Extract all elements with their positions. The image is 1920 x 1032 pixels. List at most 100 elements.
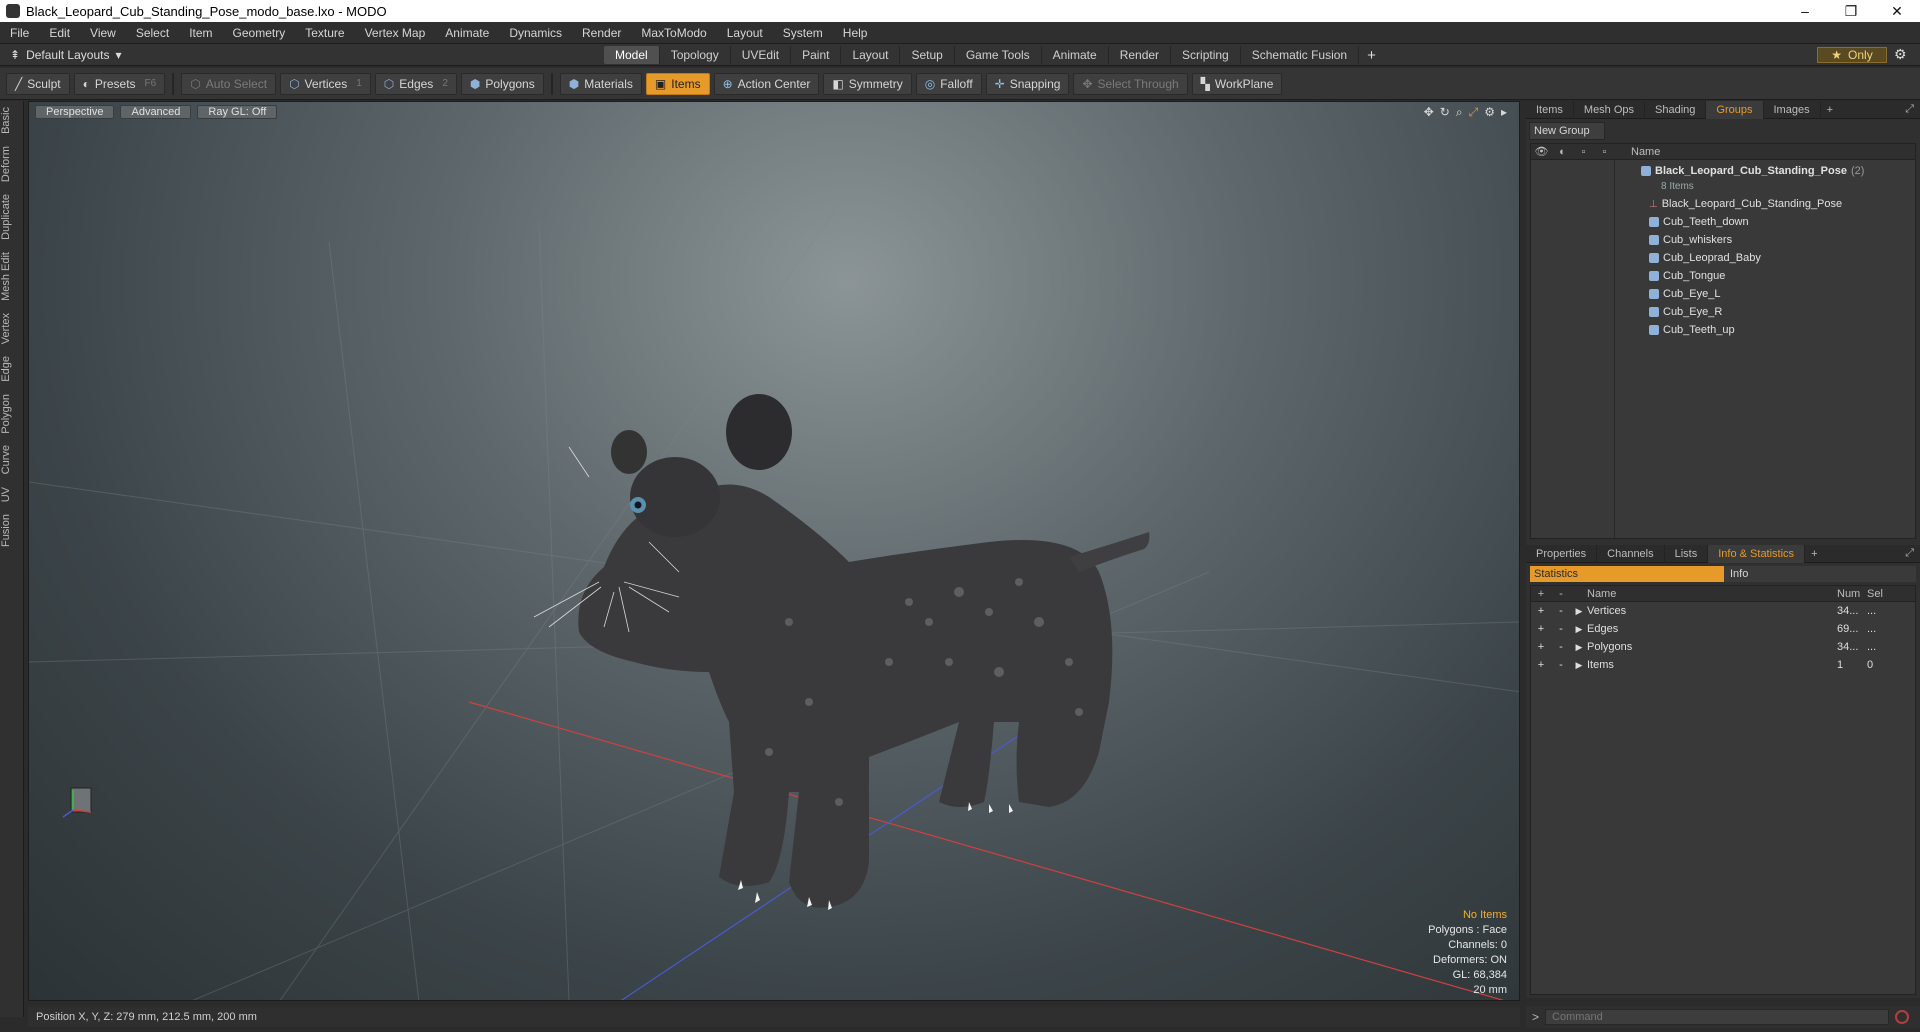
expand-all-header[interactable]: + xyxy=(1531,588,1551,600)
rotate-icon[interactable]: ↻ xyxy=(1440,105,1450,120)
expand-triangle-icon[interactable]: ▶ xyxy=(1571,660,1587,671)
menu-help[interactable]: Help xyxy=(833,26,878,40)
only-button[interactable]: ★ Only xyxy=(1817,47,1887,63)
vertices-button[interactable]: ⬡ Vertices 1 xyxy=(280,72,371,95)
expand-panel-icon[interactable]: ⤢ xyxy=(1905,103,1920,116)
expand-triangle-icon[interactable]: ▶ xyxy=(1571,624,1587,635)
3d-viewport[interactable]: Perspective Advanced Ray GL: Off ✥ ↻ ⌕ ⤢… xyxy=(28,101,1520,1001)
left-tab-vertex[interactable]: Vertex xyxy=(0,307,24,350)
leopard-cub-model[interactable] xyxy=(533,394,1150,910)
menu-system[interactable]: System xyxy=(773,26,833,40)
workplane-button[interactable]: ▚ WorkPlane xyxy=(1191,72,1283,95)
left-tab-basic[interactable]: Basic xyxy=(0,101,24,140)
zoom-icon[interactable]: ⌕ xyxy=(1456,105,1463,120)
left-tab-polygon[interactable]: Polygon xyxy=(0,388,24,440)
new-group-button[interactable]: New Group xyxy=(1529,122,1605,140)
layouts-dropdown[interactable]: ⇞ Default Layouts ▾ xyxy=(10,48,121,62)
action-center-button[interactable]: ⊕ Action Center xyxy=(713,72,820,95)
table-row[interactable]: + - ▶ Vertices 34... ... xyxy=(1531,602,1915,620)
left-tab-fusion[interactable]: Fusion xyxy=(0,508,24,553)
tab-images[interactable]: Images xyxy=(1764,100,1821,119)
menu-layout[interactable]: Layout xyxy=(717,26,773,40)
left-tab-duplicate[interactable]: Duplicate xyxy=(0,188,24,246)
settings-icon[interactable]: ⚙ xyxy=(1484,105,1495,120)
menu-geometry[interactable]: Geometry xyxy=(223,26,296,40)
left-tab-mesh-edit[interactable]: Mesh Edit xyxy=(0,246,24,307)
menu-select[interactable]: Select xyxy=(126,26,179,40)
auto-select-button[interactable]: ⬡ Auto Select xyxy=(181,72,277,95)
list-item[interactable]: Cub_Leoprad_Baby xyxy=(1531,249,1915,267)
tab-channels[interactable]: Channels xyxy=(1597,544,1665,563)
menu-view[interactable]: View xyxy=(80,26,126,40)
left-tab-uv[interactable]: UV xyxy=(0,481,24,508)
tab-shading[interactable]: Shading xyxy=(1645,100,1707,119)
menu-dynamics[interactable]: Dynamics xyxy=(499,26,572,40)
tab-schematic-fusion[interactable]: Schematic Fusion xyxy=(1241,46,1360,64)
row-plus-button[interactable]: + xyxy=(1531,641,1551,653)
menu-texture[interactable]: Texture xyxy=(295,26,354,40)
sculpt-button[interactable]: ╱ Sculpt xyxy=(6,72,70,95)
materials-button[interactable]: ⬢ Materials xyxy=(559,72,642,95)
tab-model[interactable]: Model xyxy=(604,46,660,64)
collapse-all-header[interactable]: - xyxy=(1551,588,1571,600)
tab-render[interactable]: Render xyxy=(1109,46,1172,64)
polygons-button[interactable]: ⬢ Polygons xyxy=(460,72,544,95)
perspective-button[interactable]: Perspective xyxy=(35,105,115,119)
row-minus-button[interactable]: - xyxy=(1551,605,1571,617)
list-item[interactable]: Cub_Teeth_up xyxy=(1531,321,1915,339)
minimize-button[interactable]: – xyxy=(1782,0,1828,22)
tab-paint[interactable]: Paint xyxy=(791,46,842,64)
menu-vertex-map[interactable]: Vertex Map xyxy=(355,26,436,40)
list-item[interactable]: Cub_Eye_R xyxy=(1531,303,1915,321)
falloff-button[interactable]: ◎ Falloff xyxy=(915,72,982,95)
list-item[interactable]: ⊥ Black_Leopard_Cub_Standing_Pose xyxy=(1531,195,1915,213)
command-input[interactable] xyxy=(1545,1009,1890,1025)
maximize-button[interactable]: ❐ xyxy=(1828,0,1874,22)
edges-button[interactable]: ⬡ Edges 2 xyxy=(374,72,457,95)
list-item[interactable]: Cub_whiskers xyxy=(1531,231,1915,249)
menu-edit[interactable]: Edit xyxy=(39,26,80,40)
statistics-tab[interactable]: Statistics xyxy=(1530,566,1724,582)
table-row[interactable]: + - ▶ Polygons 34... ... xyxy=(1531,638,1915,656)
expand-triangle-icon[interactable]: ▶ xyxy=(1571,642,1587,653)
info-tab[interactable]: Info xyxy=(1724,566,1916,582)
gear-icon[interactable]: ⚙ xyxy=(1894,46,1907,63)
play-icon[interactable]: ▸ xyxy=(1501,105,1507,120)
tab-topology[interactable]: Topology xyxy=(660,46,731,64)
list-item[interactable]: Cub_Eye_L xyxy=(1531,285,1915,303)
tab-mesh-ops[interactable]: Mesh Ops xyxy=(1574,100,1646,119)
row-plus-button[interactable]: + xyxy=(1531,623,1551,635)
items-button[interactable]: ▣ Items xyxy=(645,72,710,95)
menu-item[interactable]: Item xyxy=(179,26,222,40)
tab-info-statistics[interactable]: Info & Statistics xyxy=(1708,544,1806,563)
tab-properties[interactable]: Properties xyxy=(1526,544,1598,563)
pan-icon[interactable]: ✥ xyxy=(1424,105,1434,120)
row-minus-button[interactable]: - xyxy=(1551,623,1571,635)
record-icon[interactable] xyxy=(1895,1010,1910,1024)
row-plus-button[interactable]: + xyxy=(1531,605,1551,617)
table-row[interactable]: + - ▶ Items 1 0 xyxy=(1531,656,1915,674)
left-tab-deform[interactable]: Deform xyxy=(0,140,24,188)
add-props-tab-button[interactable]: + xyxy=(1805,548,1823,560)
tab-lists[interactable]: Lists xyxy=(1665,544,1709,563)
close-button[interactable]: ✕ xyxy=(1874,0,1920,22)
expand-triangle-icon[interactable]: ▶ xyxy=(1571,606,1587,617)
add-tab-button[interactable]: + xyxy=(1359,47,1384,64)
list-item[interactable]: Cub_Teeth_down xyxy=(1531,213,1915,231)
list-item[interactable]: Cub_Tongue xyxy=(1531,267,1915,285)
fit-icon[interactable]: ⤢ xyxy=(1469,105,1479,120)
menu-file[interactable]: File xyxy=(0,26,39,40)
tab-uvedit[interactable]: UVEdit xyxy=(731,46,792,64)
left-tab-edge[interactable]: Edge xyxy=(0,350,24,388)
row-minus-button[interactable]: - xyxy=(1551,659,1571,671)
tab-animate[interactable]: Animate xyxy=(1042,46,1109,64)
advanced-button[interactable]: Advanced xyxy=(120,105,192,119)
menu-render[interactable]: Render xyxy=(572,26,631,40)
expand-props-icon[interactable]: ⤢ xyxy=(1905,547,1920,560)
tab-groups[interactable]: Groups xyxy=(1706,100,1764,119)
select-through-button[interactable]: ✥ Select Through xyxy=(1073,72,1188,95)
table-row[interactable]: + - ▶ Edges 69... ... xyxy=(1531,620,1915,638)
tab-setup[interactable]: Setup xyxy=(900,46,955,64)
menu-maxtomodo[interactable]: MaxToModo xyxy=(631,26,716,40)
row-plus-button[interactable]: + xyxy=(1531,659,1551,671)
